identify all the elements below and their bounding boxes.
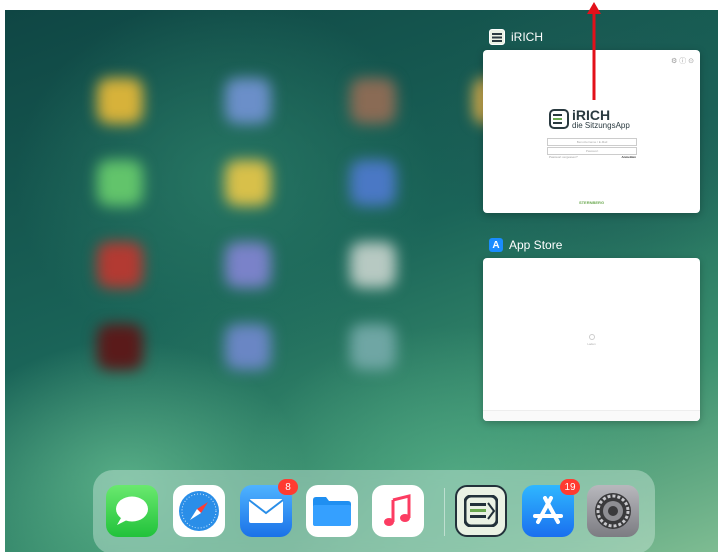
- files-icon[interactable]: [306, 485, 358, 537]
- messages-icon[interactable]: [106, 485, 158, 537]
- blurred-home-icon: [225, 324, 271, 370]
- irich-logo-subtitle: die SitzungsApp: [572, 121, 630, 130]
- blurred-home-icon: [225, 78, 271, 124]
- swipe-up-arrow-icon: [587, 2, 601, 100]
- irich-toolbar-icons: ⚙ ⓘ ⊙: [670, 58, 694, 65]
- app-store-card-title: App Store: [509, 238, 563, 252]
- dock-divider: [444, 488, 445, 536]
- irich-logo: iRICH die SitzungsApp: [549, 108, 630, 130]
- irich-footer-logo: STERNBERG: [578, 200, 605, 205]
- password-input[interactable]: Passwort: [547, 147, 637, 155]
- loading-label: Laden: [587, 342, 596, 346]
- dock: 8 19: [93, 470, 655, 552]
- blurred-home-icon: [350, 78, 396, 124]
- blurred-home-icon: [225, 160, 271, 206]
- app-switcher-screen: iRICH ⚙ ⓘ ⊙ iRICH die SitzungsApp Benutz…: [5, 10, 718, 552]
- username-input[interactable]: Benutzername / E-Mail: [547, 138, 637, 146]
- blurred-home-icon: [97, 324, 143, 370]
- forgot-password-link[interactable]: Passwort vergessen?: [549, 155, 578, 159]
- settings-icon[interactable]: [587, 485, 639, 537]
- blurred-home-icon: [350, 324, 396, 370]
- app-store-icon[interactable]: 19: [522, 479, 580, 537]
- app-store-tab-bar: [483, 410, 700, 421]
- login-link[interactable]: Anmelden: [621, 155, 636, 159]
- app-store-app-card[interactable]: Laden: [483, 258, 700, 421]
- app-store-card-header[interactable]: A App Store: [489, 238, 562, 252]
- mail-icon[interactable]: 8: [240, 479, 298, 537]
- blurred-home-icon: [97, 242, 143, 288]
- irich-app-icon: [489, 29, 505, 45]
- irich-icon[interactable]: [455, 485, 507, 537]
- irich-card-title: iRICH: [511, 30, 543, 44]
- blurred-home-icon: [350, 242, 396, 288]
- blurred-home-icon: [97, 78, 143, 124]
- safari-icon[interactable]: [173, 485, 225, 537]
- music-icon[interactable]: [372, 485, 424, 537]
- irich-logo-title: iRICH: [572, 107, 611, 123]
- blurred-home-icon: [225, 242, 271, 288]
- blurred-home-icon: [97, 160, 143, 206]
- loading-spinner-icon: [589, 334, 595, 340]
- blurred-home-icon: [350, 160, 396, 206]
- irich-logo-icon: [549, 109, 569, 129]
- mail-badge: 8: [278, 479, 298, 495]
- app-store-badge: 19: [560, 479, 580, 495]
- app-store-small-icon: A: [489, 238, 503, 252]
- irich-card-header[interactable]: iRICH: [489, 29, 543, 45]
